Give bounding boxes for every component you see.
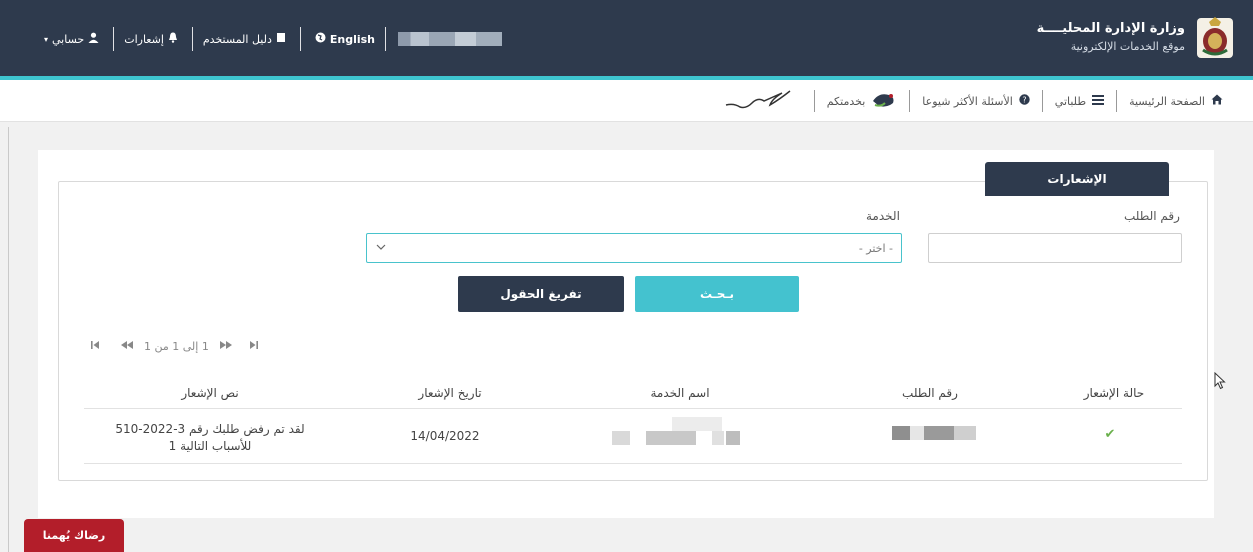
faq-link[interactable]: ? الأسئلة الأكثر شيوعا xyxy=(910,94,1042,108)
home-icon xyxy=(1211,94,1223,108)
at-your-service-link[interactable]: بخدمتكم xyxy=(815,91,910,112)
brand-text: وزارة الإدارة المحليــــة موقع الخدمات ا… xyxy=(1037,21,1185,53)
status-check-icon: ✔ xyxy=(1104,427,1116,442)
nav-divider xyxy=(813,90,815,112)
jordan-emblem-icon xyxy=(1195,14,1235,60)
redacted-request-number xyxy=(892,426,976,440)
nav-divider xyxy=(1116,90,1118,112)
page-left-rule xyxy=(8,127,9,552)
nav-divider xyxy=(299,27,301,51)
notification-text-line2: للأسباب التالية 1 xyxy=(168,439,252,453)
svg-text:?: ? xyxy=(1022,95,1026,104)
globe-icon xyxy=(315,32,326,46)
table-header-divider xyxy=(84,408,1182,409)
user-icon xyxy=(88,32,99,46)
last-page-icon[interactable] xyxy=(249,340,259,353)
service-label: الخدمة xyxy=(866,209,900,223)
feedback-button[interactable]: رضاك يُهمنا xyxy=(24,519,124,552)
top-nav: ▾ حسابي إشعارات دليل المستخدم English xyxy=(30,27,502,51)
user-guide-link[interactable]: دليل المستخدم xyxy=(193,28,300,50)
account-label: حسابي xyxy=(52,32,85,46)
notification-text-line1: لقد تم رفض طلبك رقم 3-2022-510 xyxy=(115,422,305,436)
secondary-nav: الصفحة الرئيسية طلباتي ? الأسئلة الأكثر … xyxy=(0,80,1253,122)
column-header-notification-date: تاريخ الإشعار xyxy=(418,386,482,400)
redacted-username xyxy=(398,32,502,46)
column-header-status: حالة الإشعار xyxy=(1083,386,1145,400)
my-requests-label: طلباتي xyxy=(1054,94,1087,108)
notification-date: 14/04/2022 xyxy=(410,429,480,443)
redacted-service-name xyxy=(612,417,740,447)
service-select-value: - اختر - xyxy=(858,242,893,255)
page-summary: 1 إلى 1 من 1 xyxy=(144,340,209,353)
service-logo-icon xyxy=(871,91,897,112)
nav-divider xyxy=(191,27,193,51)
column-header-request-number: رقم الطلب xyxy=(902,386,958,400)
column-header-notification-text: نص الإشعار xyxy=(181,386,239,400)
mouse-cursor-icon xyxy=(1214,371,1226,393)
ministry-title: وزارة الإدارة المحليــــة xyxy=(1036,21,1185,36)
top-header: ▾ حسابي إشعارات دليل المستخدم English وز… xyxy=(0,0,1253,76)
nav-divider xyxy=(1041,90,1043,112)
request-number-input[interactable] xyxy=(928,233,1182,263)
caret-down-icon: ▾ xyxy=(44,34,49,44)
first-page-icon[interactable] xyxy=(90,340,100,353)
question-circle-icon: ? xyxy=(1019,94,1030,108)
home-link[interactable]: الصفحة الرئيسية xyxy=(1117,94,1235,108)
portal-subtitle: موقع الخدمات الإلكترونية xyxy=(1070,40,1185,53)
nav-divider xyxy=(385,27,386,51)
secondary-nav-items: الصفحة الرئيسية طلباتي ? الأسئلة الأكثر … xyxy=(724,80,1235,122)
notification-text: لقد تم رفض طلبك رقم 3-2022-510 للأسباب ا… xyxy=(95,421,325,455)
notifications-label: إشعارات xyxy=(124,32,164,46)
column-header-service-name: اسم الخدمة xyxy=(650,386,710,400)
bell-icon xyxy=(168,32,178,46)
notifications-link[interactable]: إشعارات xyxy=(114,28,192,50)
next-page-icon[interactable] xyxy=(219,340,233,353)
chevron-down-icon xyxy=(375,240,387,257)
book-icon xyxy=(276,32,286,46)
search-button[interactable]: بـحـث xyxy=(635,276,799,312)
service-select[interactable]: - اختر - xyxy=(366,233,902,263)
home-label: الصفحة الرئيسية xyxy=(1129,94,1205,108)
pagination: 1 إلى 1 من 1 xyxy=(90,340,269,353)
language-label: English xyxy=(329,32,375,46)
tab-notifications[interactable]: الإشعارات xyxy=(985,162,1169,196)
at-your-service-label: بخدمتكم xyxy=(826,94,866,108)
language-switch[interactable]: English xyxy=(301,28,385,50)
list-icon xyxy=(1092,94,1105,108)
sanad-signature-logo[interactable] xyxy=(724,89,794,114)
my-requests-link[interactable]: طلباتي xyxy=(1043,94,1116,108)
nav-divider xyxy=(909,90,911,112)
request-number-label: رقم الطلب xyxy=(1124,209,1180,223)
account-menu[interactable]: ▾ حسابي xyxy=(30,28,113,50)
faq-label: الأسئلة الأكثر شيوعا xyxy=(922,94,1013,108)
nav-divider xyxy=(113,27,115,51)
user-guide-label: دليل المستخدم xyxy=(202,32,272,46)
clear-fields-button[interactable]: تفريغ الحقول xyxy=(458,276,624,312)
prev-page-icon[interactable] xyxy=(120,340,134,353)
ministry-brand[interactable]: وزارة الإدارة المحليــــة موقع الخدمات ا… xyxy=(1037,14,1235,60)
table-row-divider xyxy=(84,463,1182,464)
